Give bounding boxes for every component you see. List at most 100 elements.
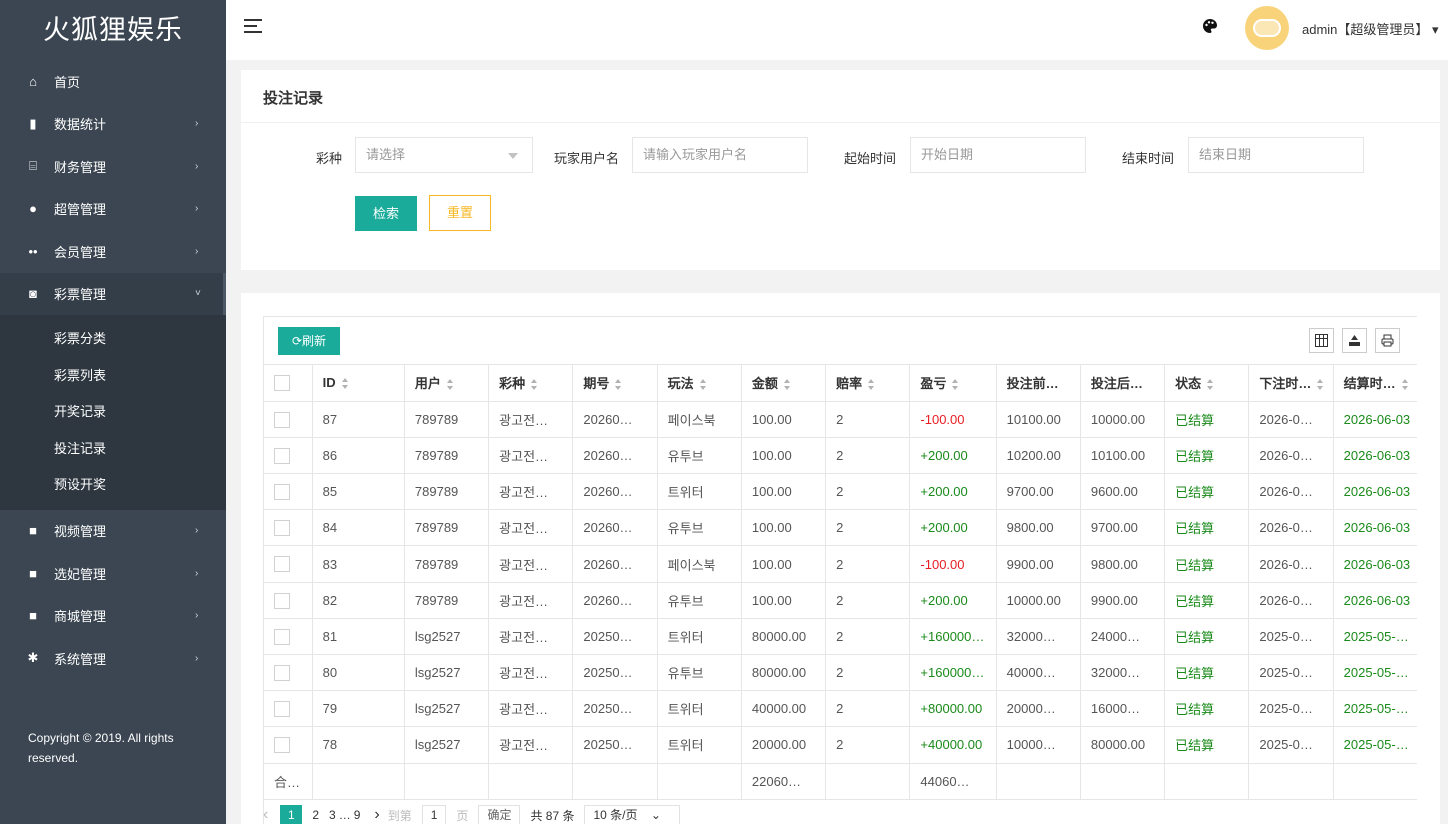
row-checkbox[interactable] — [274, 556, 290, 573]
confirm-page-button[interactable]: 确定 — [478, 805, 521, 824]
menu-toggle-icon[interactable] — [244, 19, 262, 35]
sidebar-item-4[interactable]: •• 会员管理 › — [0, 230, 226, 273]
sort-icon[interactable] — [531, 379, 538, 391]
row-checkbox[interactable] — [274, 483, 290, 500]
sort-icon[interactable] — [952, 379, 959, 391]
end-date-input[interactable]: 结束日期 — [1188, 137, 1364, 173]
sidebar-item-2[interactable]: ⌸ 财务管理 › — [0, 145, 226, 188]
table-row[interactable]: 78 lsg2527 광고전… 20250… 트위터 20000.00 2 +40000.00… — [264, 726, 1417, 764]
lottery-select[interactable]: 请选择 — [355, 137, 533, 173]
sidebar-subitem-4[interactable]: 预设开奖 — [0, 467, 226, 504]
sidebar-subitem-3[interactable]: 投注记录 — [0, 431, 226, 468]
table-cell: 20260… — [572, 509, 658, 547]
row-checkbox[interactable] — [274, 664, 290, 681]
row-checkbox[interactable] — [274, 411, 290, 428]
select-all-checkbox[interactable] — [274, 375, 290, 392]
user-menu[interactable]: admin【超级管理员】 ▾ — [1302, 19, 1439, 38]
page-2[interactable]: 2 — [312, 808, 319, 822]
table-row[interactable]: 84 789789 광고전… 20260… 유투브 100.00 2 +200.00 9800.… — [264, 509, 1417, 547]
table-row[interactable]: 86 789789 광고전… 20260… 유투브 100.00 2 +200.00 10200… — [264, 437, 1417, 475]
sidebar-item-3-b[interactable]: ✱ 系统管理 › — [0, 637, 226, 680]
column-header[interactable]: 状态 — [1164, 365, 1250, 402]
sort-icon[interactable] — [1401, 379, 1409, 391]
sidebar-item-1[interactable]: ▮ 数据统计 › — [0, 103, 226, 146]
column-header[interactable]: 盈亏 — [909, 365, 997, 402]
table-row[interactable]: 85 789789 광고전… 20260… 트위터 100.00 2 +200.00 9700.… — [264, 473, 1417, 511]
table-cell: +160000.00 — [909, 654, 997, 692]
table-cell: 79 — [312, 690, 405, 728]
column-header[interactable]: 赔率 — [825, 365, 911, 402]
sort-icon[interactable] — [868, 379, 875, 391]
column-header[interactable]: ID — [312, 365, 405, 402]
column-header[interactable]: 投注后… — [1080, 365, 1166, 402]
table-cell: 9700.00 — [1080, 509, 1166, 547]
table-row[interactable]: 87 789789 광고전… 20260… 페이스북 100.00 2 -100.00 1010… — [264, 401, 1417, 438]
page-3[interactable]: 3 — [329, 808, 336, 822]
table-cell: 已结算 — [1164, 545, 1250, 583]
avatar[interactable] — [1245, 6, 1289, 50]
sidebar-subitem-2[interactable]: 开奖记录 — [0, 394, 226, 431]
start-date-input[interactable]: 开始日期 — [910, 137, 1086, 173]
table-row[interactable]: 83 789789 광고전… 20260… 페이스북 100.00 2 -100.00 9900… — [264, 545, 1417, 583]
sidebar-item-0[interactable]: ⌂ 首页 — [0, 60, 226, 103]
table-cell: 32000… — [996, 618, 1081, 656]
table-row[interactable]: 81 lsg2527 광고전… 20250… 트위터 80000.00 2 +160000.0… — [264, 618, 1417, 656]
table-cell: 트위터 — [657, 726, 742, 764]
sort-icon[interactable] — [699, 379, 707, 391]
row-checkbox[interactable] — [274, 592, 290, 609]
row-checkbox[interactable] — [274, 701, 290, 718]
username-input[interactable]: 请输入玩家用户名 — [632, 137, 808, 173]
column-header[interactable]: 下注时… — [1248, 365, 1334, 402]
table-panel: ⟳刷新 ID 用户 彩种 期号 玩法 金额 赔率 盈亏 投注前… 投注后… 状态 下注时… 结算时… 8… — [241, 293, 1440, 824]
video-icon: ■ — [29, 523, 37, 539]
sidebar-item-3[interactable]: ● 超管管理 › — [0, 188, 226, 231]
sort-icon[interactable] — [1207, 379, 1214, 391]
goto-page-input[interactable]: 1 — [421, 805, 447, 824]
columns-icon[interactable] — [1309, 328, 1334, 353]
page-1[interactable]: 1 — [280, 805, 303, 824]
sort-icon[interactable] — [615, 379, 622, 391]
column-header[interactable]: 玩法 — [657, 365, 742, 402]
column-header[interactable]: 用户 — [404, 365, 490, 402]
table-row[interactable]: 79 lsg2527 광고전… 20250… 트위터 40000.00 2 +80000.00… — [264, 690, 1417, 728]
row-checkbox[interactable] — [274, 737, 290, 754]
column-header[interactable]: 彩种 — [488, 365, 574, 402]
table-row[interactable]: 80 lsg2527 광고전… 20250… 유투브 80000.00 2 +160000.0… — [264, 654, 1417, 692]
table-cell: 20250… — [572, 654, 658, 692]
row-checkbox[interactable] — [274, 628, 290, 645]
prev-page-icon[interactable]: ‹ — [263, 806, 268, 824]
row-select-cell — [264, 545, 313, 583]
sidebar-item-1-b[interactable]: ■ 选妃管理 › — [0, 552, 226, 595]
print-icon[interactable] — [1375, 328, 1400, 353]
sort-icon[interactable] — [783, 379, 791, 391]
table-row[interactable]: 82 789789 광고전… 20260… 유투브 100.00 2 +200.00 10000… — [264, 582, 1417, 619]
row-checkbox[interactable] — [274, 520, 290, 537]
table-cell: 100.00 — [741, 582, 827, 619]
palette-icon[interactable] — [1202, 18, 1218, 34]
column-header[interactable]: 结算时… — [1333, 365, 1417, 402]
sort-icon[interactable] — [446, 379, 454, 391]
search-button[interactable]: 检索 — [355, 196, 417, 231]
sidebar-subitem-0[interactable]: 彩票分类 — [0, 321, 226, 358]
next-page-icon[interactable]: › — [374, 806, 379, 824]
sort-icon[interactable] — [1317, 379, 1324, 391]
row-checkbox[interactable] — [274, 447, 290, 464]
copyright: Copyright © 2019. All rights reserved. — [28, 731, 174, 765]
sidebar-item-2-b[interactable]: ■ 商城管理 › — [0, 595, 226, 638]
column-header[interactable]: 金额 — [741, 365, 827, 402]
column-header-label: 结算时… — [1343, 376, 1396, 392]
sort-icon[interactable] — [341, 378, 349, 390]
sidebar-subitem-1[interactable]: 彩票列表 — [0, 358, 226, 395]
table-cell: 已结算 — [1164, 690, 1250, 728]
row-select-cell — [264, 618, 313, 656]
column-header[interactable]: 期号 — [572, 365, 658, 402]
page-size-select[interactable]: 10 条/页 ⌄ — [584, 805, 680, 824]
refresh-button[interactable]: ⟳刷新 — [278, 327, 340, 355]
page-9[interactable]: 9 — [354, 808, 361, 822]
export-icon[interactable] — [1342, 328, 1367, 353]
sidebar-item-5[interactable]: ◙ 彩票管理 ˅ — [0, 272, 226, 315]
column-header[interactable]: 投注前… — [996, 365, 1081, 402]
reset-button[interactable]: 重置 — [429, 195, 491, 231]
sidebar-item-0-b[interactable]: ■ 视频管理 › — [0, 510, 226, 553]
table-cell: 유투브 — [657, 509, 742, 547]
